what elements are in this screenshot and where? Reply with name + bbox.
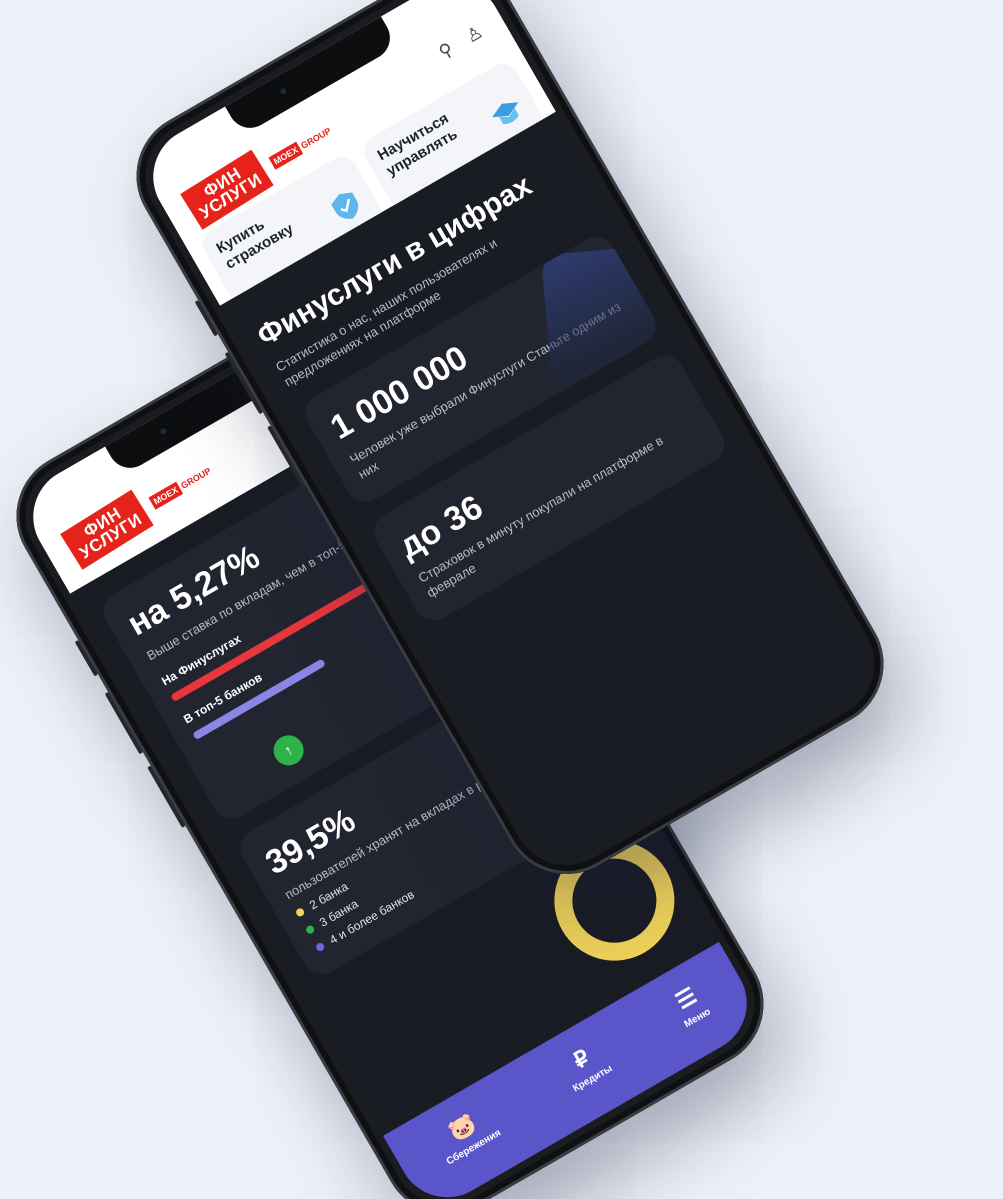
arrow-up-icon[interactable]: ↑ xyxy=(268,729,310,771)
legend-dot xyxy=(294,906,306,918)
moex-box: MOEX xyxy=(148,481,184,510)
mute-switch xyxy=(74,639,99,677)
moex-group: GROUP xyxy=(179,465,213,491)
tab-menu[interactable]: ☰ Меню xyxy=(668,982,712,1030)
moex-logo: MOEX GROUP xyxy=(148,464,213,510)
front-camera xyxy=(275,83,292,100)
header-icons: ⚲ ♙ xyxy=(435,21,486,63)
tab-savings[interactable]: 🐷 Сбережения xyxy=(431,1103,503,1167)
search-icon[interactable]: ⚲ xyxy=(435,39,457,64)
mute-switch xyxy=(194,299,219,337)
moex-box: MOEX xyxy=(268,141,304,170)
stage: ФИН УСЛУГИ MOEX GROUP на 5,27% Выше став… xyxy=(0,0,1003,1199)
moex-group: GROUP xyxy=(299,125,333,151)
moex-logo: MOEX GROUP xyxy=(268,124,333,170)
profile-icon[interactable]: ♙ xyxy=(462,21,486,47)
tab-credits[interactable]: ₽ Кредиты xyxy=(557,1038,614,1094)
legend-dot xyxy=(304,924,316,936)
ruble-icon: ₽ xyxy=(568,1044,594,1073)
menu-icon: ☰ xyxy=(671,982,701,1014)
front-camera xyxy=(155,423,172,440)
legend-dot xyxy=(314,941,326,953)
